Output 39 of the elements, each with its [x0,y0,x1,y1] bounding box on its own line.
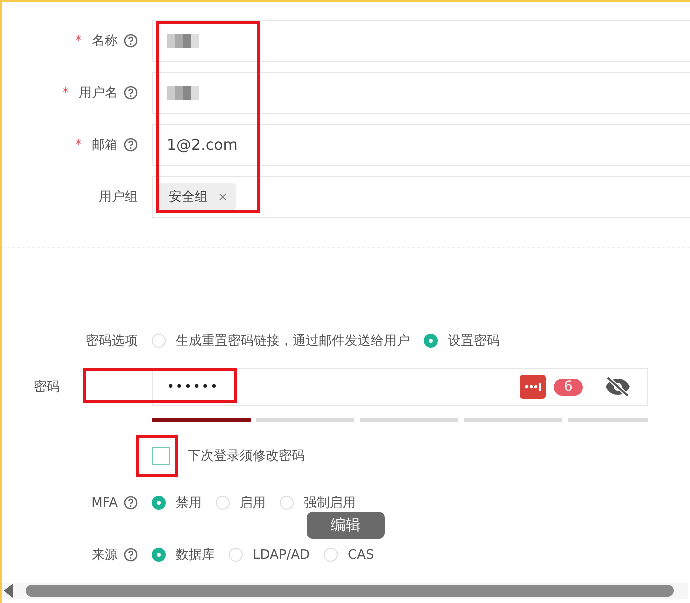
blurred-value [167,86,199,100]
password-manager-icon[interactable] [520,375,546,399]
checkbox-label: 下次登录须修改密码 [188,448,305,465]
tag-label: 安全组 [169,189,208,206]
field-label: 用户组 [99,189,138,206]
required-mark: * [76,138,82,152]
length-badge: 6 [554,378,583,396]
tooltip: 编辑 [307,512,385,539]
radio-label: 启用 [240,495,266,512]
hide-password-icon[interactable] [605,377,631,397]
required-mark: * [76,34,82,48]
radio-label: CAS [348,548,374,562]
required-mark: * [62,86,69,100]
radio-button[interactable] [152,548,166,562]
checkbox[interactable] [152,447,170,465]
password-field[interactable]: •••••• 6 [152,368,648,406]
field-label: MFA [92,496,118,510]
radio-label: 禁用 [176,495,202,512]
radio-label: 数据库 [176,547,215,564]
radio-label: LDAP/AD [253,548,310,562]
radio-button[interactable] [152,496,166,510]
field-label: 来源 [92,547,118,564]
radio-button[interactable] [424,334,438,348]
field-label: 邮箱 [92,137,118,154]
field-label: 名称 [92,33,118,50]
blurred-value [167,34,199,48]
input-field[interactable]: 安全组 × [152,176,690,218]
scroll-left-arrow-icon[interactable] [4,584,14,598]
radio-label: 强制启用 [304,495,356,512]
radio-label: 设置密码 [448,333,500,350]
password-value: •••••• [167,380,220,394]
radio-label: 生成重置密码链接，通过邮件发送给用户 [176,333,410,350]
field-label: 密码选项 [86,333,138,350]
field-label: 密码 [34,379,60,396]
input-field[interactable] [152,72,690,114]
input-field[interactable]: 1@2.com [152,124,690,166]
scrollbar-thumb[interactable] [26,585,674,597]
input-field[interactable] [152,20,690,62]
field-label: 用户名 [79,85,118,102]
